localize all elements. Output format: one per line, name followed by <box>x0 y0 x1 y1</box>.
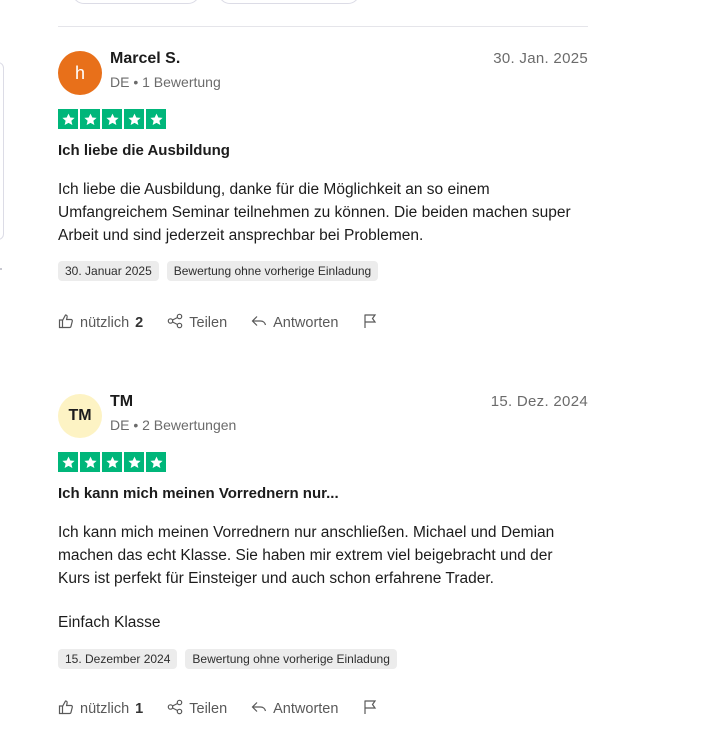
star-icon <box>146 109 166 129</box>
star-rating <box>58 109 166 129</box>
review-tags: 30. Januar 2025 Bewertung ohne vorherige… <box>58 261 379 281</box>
star-rating <box>58 452 166 472</box>
review-actions: nützlich 1 Teilen Antworten <box>58 699 402 719</box>
review-paragraph: Ich liebe die Ausbildung, danke für die … <box>58 181 571 244</box>
star-icon <box>58 109 78 129</box>
side-panel-mark <box>0 268 2 270</box>
review-tags: 15. Dezember 2024 Bewertung ohne vorheri… <box>58 649 397 669</box>
reviewer-meta: DE • 2 Bewertungen <box>110 417 237 433</box>
avatar[interactable]: h <box>58 51 102 95</box>
reply-icon <box>251 313 267 333</box>
review-body: Ich liebe die Ausbildung, danke für die … <box>58 178 578 247</box>
reply-icon <box>251 699 267 719</box>
star-icon <box>124 109 144 129</box>
share-icon <box>167 699 183 719</box>
verification-tag[interactable]: Bewertung ohne vorherige Einladung <box>166 261 379 281</box>
useful-label: nützlich <box>80 701 130 717</box>
review-body: Ich kann mich meinen Vorrednern nur ansc… <box>58 521 578 634</box>
useful-count: 2 <box>135 315 144 331</box>
reviewer-meta: DE • 1 Bewertung <box>110 74 221 90</box>
review-paragraph: Ich kann mich meinen Vorrednern nur ansc… <box>58 524 555 587</box>
review-title[interactable]: Ich kann mich meinen Vorrednern nur... <box>58 485 339 502</box>
flag-icon <box>362 313 378 333</box>
reply-button[interactable]: Antworten <box>251 313 338 333</box>
star-icon <box>58 452 78 472</box>
star-icon <box>102 452 122 472</box>
review-date: 30. Jan. 2025 <box>493 50 588 67</box>
thumbs-up-icon <box>58 313 74 333</box>
useful-count: 1 <box>135 701 144 717</box>
reply-button[interactable]: Antworten <box>251 699 338 719</box>
review-paragraph: Einfach Klasse <box>58 614 161 631</box>
review-date: 15. Dez. 2024 <box>490 393 588 410</box>
reviewer-name[interactable]: Marcel S. <box>110 50 180 68</box>
filter-pill[interactable] <box>72 0 200 4</box>
reply-label: Antworten <box>273 701 339 717</box>
reviewer-name[interactable]: TM <box>110 393 133 411</box>
share-icon <box>167 313 183 333</box>
useful-button[interactable]: nützlich 2 <box>58 313 143 333</box>
star-icon <box>102 109 122 129</box>
reply-label: Antworten <box>273 315 339 331</box>
star-icon <box>80 452 100 472</box>
useful-label: nützlich <box>80 315 130 331</box>
filter-pill[interactable] <box>218 0 360 4</box>
verification-tag[interactable]: Bewertung ohne vorherige Einladung <box>185 649 397 669</box>
share-button[interactable]: Teilen <box>167 699 227 719</box>
side-panel-edge <box>0 62 4 240</box>
report-button[interactable] <box>362 699 378 719</box>
share-label: Teilen <box>189 701 228 717</box>
share-button[interactable]: Teilen <box>167 313 227 333</box>
divider <box>58 26 588 27</box>
star-icon <box>146 452 166 472</box>
review-actions: nützlich 2 Teilen Antworten <box>58 313 402 333</box>
share-label: Teilen <box>189 315 228 331</box>
thumbs-up-icon <box>58 699 74 719</box>
report-button[interactable] <box>362 313 378 333</box>
review-title[interactable]: Ich liebe die Ausbildung <box>58 142 230 159</box>
star-icon <box>124 452 144 472</box>
flag-icon <box>362 699 378 719</box>
avatar[interactable]: TM <box>58 394 102 438</box>
star-icon <box>80 109 100 129</box>
useful-button[interactable]: nützlich 1 <box>58 699 143 719</box>
experience-date-tag: 30. Januar 2025 <box>58 261 159 281</box>
experience-date-tag: 15. Dezember 2024 <box>58 649 178 669</box>
